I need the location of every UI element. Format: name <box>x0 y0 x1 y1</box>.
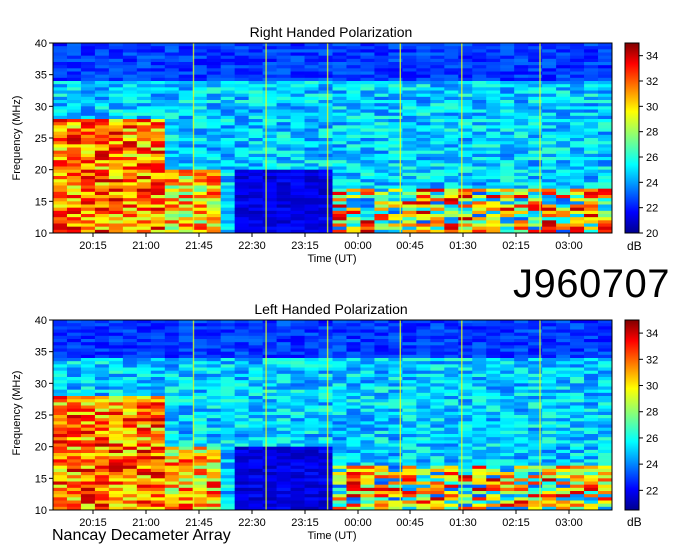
colorbar-gradient <box>624 42 640 234</box>
y-tick-label: 25 <box>35 410 47 422</box>
y-tick-label: 10 <box>35 228 47 240</box>
x-tick-label: 01:30 <box>449 517 477 529</box>
colorbar-tick-label: 28 <box>646 407 658 419</box>
x-tick-label: 03:00 <box>555 517 583 529</box>
x-tick-label: 03:00 <box>555 240 583 252</box>
x-axis-label: Time (UT) <box>307 253 356 265</box>
y-tick-label: 15 <box>35 473 47 485</box>
y-axis: 10 15 20 25 30 35 40 <box>35 38 53 240</box>
x-tick-label: 00:00 <box>344 240 372 252</box>
panel-right-polarization: Right Handed Polarization 10 15 20 25 30 35 40… <box>11 24 658 265</box>
x-tick-label: 22:30 <box>238 240 266 252</box>
colorbar-tick-label: 22 <box>646 203 658 215</box>
colorbar-gradient <box>624 319 640 511</box>
y-axis-label: Frequency (MHz) <box>11 371 23 456</box>
y-tick-label: 10 <box>35 505 47 517</box>
y-tick-label: 35 <box>35 70 47 82</box>
y-tick-label: 20 <box>35 165 47 177</box>
colorbar-tick-label: 32 <box>646 76 658 88</box>
panel-left-polarization: Left Handed Polarization 10152025303540 … <box>11 301 658 542</box>
x-axis: 20:15 21:00 21:45 22:30 23:15 00:00 00:45 01:30… <box>79 233 583 252</box>
colorbar-label: dB <box>627 239 642 253</box>
x-tick-label: 00:45 <box>396 517 424 529</box>
y-tick-label: 40 <box>35 38 47 50</box>
colorbar-tick-label: 20 <box>646 228 658 240</box>
x-tick-label: 20:15 <box>79 240 107 252</box>
y-tick-label: 15 <box>35 196 47 208</box>
x-tick-label: 01:30 <box>449 240 477 252</box>
colorbar-tick-label: 28 <box>646 127 658 139</box>
heatmap-area <box>53 43 613 234</box>
y-tick-label: 30 <box>35 101 47 113</box>
colorbar-tick-label: 22 <box>646 485 658 497</box>
x-tick-label: 21:45 <box>185 240 213 252</box>
colorbar-tick-label: 30 <box>646 101 658 113</box>
colorbar: 20 22 24 26 28 30 32 34 dB <box>624 42 658 253</box>
x-tick-label: 02:15 <box>502 240 530 252</box>
x-tick-label: 02:15 <box>502 517 530 529</box>
x-tick-label: 22:30 <box>238 517 266 529</box>
colorbar: 22 24 26 28 30 32 34 dB <box>624 319 658 529</box>
instrument-name: Nancay Decameter Array <box>52 527 231 544</box>
colorbar-tick-label: 32 <box>646 354 658 366</box>
y-tick-label: 20 <box>35 442 47 454</box>
x-tick-label: 00:45 <box>396 240 424 252</box>
y-tick-label: 40 <box>35 315 47 327</box>
heatmap-area <box>53 320 613 511</box>
y-tick-label: 35 <box>35 347 47 359</box>
y-axis-label: Frequency (MHz) <box>11 96 23 181</box>
y-tick-label: 25 <box>35 133 47 145</box>
x-tick-label: 23:15 <box>291 517 319 529</box>
colorbar-tick-label: 34 <box>646 51 658 63</box>
observation-id: J960707 <box>513 262 670 306</box>
x-axis-label: Time (UT) <box>307 530 356 542</box>
colorbar-tick-label: 34 <box>646 328 658 340</box>
panel-title: Left Handed Polarization <box>254 301 407 317</box>
colorbar-tick-label: 24 <box>646 177 658 189</box>
colorbar-label: dB <box>627 515 642 529</box>
x-tick-label: 21:00 <box>132 240 160 252</box>
y-axis: 10 15 20 25 30 35 40 <box>35 315 53 517</box>
panel-title: Right Handed Polarization <box>250 24 413 40</box>
colorbar-tick-label: 24 <box>646 459 658 471</box>
x-tick-label: 23:15 <box>291 240 319 252</box>
colorbar-tick-label: 26 <box>646 433 658 445</box>
x-tick-label: 00:00 <box>344 517 372 529</box>
colorbar-tick-label: 30 <box>646 381 658 393</box>
colorbar-tick-label: 26 <box>646 152 658 164</box>
y-tick-label: 30 <box>35 378 47 390</box>
